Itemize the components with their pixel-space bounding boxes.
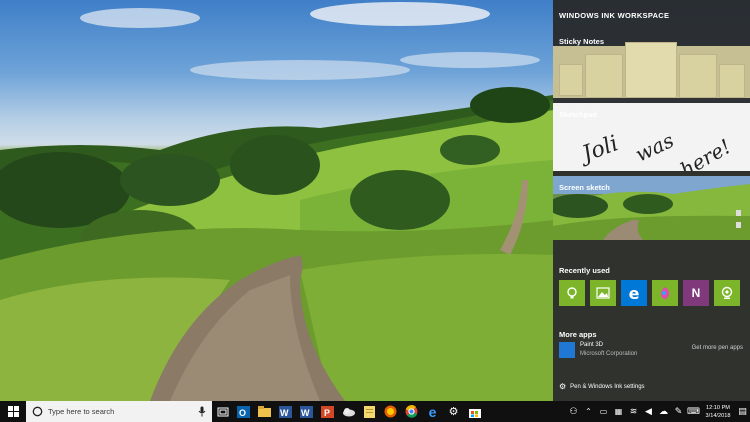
more-apps-label: More apps — [559, 330, 597, 339]
gear-icon: ⚙ — [559, 382, 567, 391]
chrome-icon[interactable] — [401, 401, 422, 422]
svg-text:here!: here! — [676, 134, 735, 171]
sticky-notes-tile[interactable] — [553, 42, 750, 98]
recently-used-label: Recently used — [559, 266, 610, 275]
chevron-up-icon[interactable]: ⌃ — [581, 401, 596, 422]
sticky-note — [679, 54, 717, 98]
volume-icon[interactable]: ◀ — [641, 401, 656, 422]
edge-app-icon[interactable]: e — [621, 280, 647, 306]
cloud-app-icon[interactable] — [338, 401, 359, 422]
settings-gear-icon[interactable]: ⚙ — [443, 401, 464, 422]
file-explorer-icon[interactable] — [254, 401, 275, 422]
paint-3d-icon — [559, 342, 575, 358]
settings-label: Pen & Windows Ink settings — [570, 383, 645, 390]
panel-title: WINDOWS INK WORKSPACE — [559, 11, 670, 20]
app-publisher: Microsoft Corporation — [580, 351, 638, 357]
action-center-icon[interactable]: ▤ — [735, 401, 750, 422]
windows-logo-icon — [7, 406, 19, 417]
network-icon[interactable]: ▦ — [611, 401, 626, 422]
svg-text:W: W — [280, 408, 289, 418]
tips-app-icon[interactable] — [559, 280, 585, 306]
get-more-pen-apps-link[interactable]: Get more pen apps — [692, 345, 743, 351]
photos-app-icon[interactable] — [590, 280, 616, 306]
pen-ink-settings-link[interactable]: ⚙ Pen & Windows Ink settings — [559, 382, 645, 391]
system-tray: ⚇ ⌃ ▭ ▦ ≋ ◀ ☁ ✎ ⌨ 12:10 PM 3/14/2018 ▤ — [566, 401, 750, 422]
start-button[interactable] — [0, 401, 26, 422]
svg-text:was: was — [632, 128, 678, 166]
store-icon[interactable] — [464, 401, 485, 422]
sticky-note — [585, 54, 623, 98]
svg-text:O: O — [239, 408, 246, 418]
clock-date: 3/14/2018 — [705, 412, 731, 419]
more-app-paint-3d[interactable]: Paint 3D Microsoft Corporation — [559, 341, 637, 359]
search-placeholder: Type here to search — [48, 407, 115, 416]
onenote-app-icon[interactable]: N — [683, 280, 709, 306]
trash-icon[interactable] — [736, 210, 741, 216]
windows-ink-icon[interactable]: ✎ — [671, 401, 686, 422]
svg-text:W: W — [301, 408, 310, 418]
word-icon[interactable]: W — [275, 401, 296, 422]
app-name: Paint 3D — [580, 342, 604, 348]
wifi-icon[interactable]: ≋ — [626, 401, 641, 422]
powerpoint-icon[interactable]: P — [317, 401, 338, 422]
taskbar: Type here to search O W W P e ⚙ ⚇ ⌃ ▭ ▦ … — [0, 401, 750, 422]
sticky-note — [625, 42, 677, 98]
sticky-notes-label: Sticky Notes — [559, 37, 605, 46]
cortana-icon — [32, 406, 43, 417]
word-icon[interactable]: W — [296, 401, 317, 422]
sticky-note — [559, 64, 583, 96]
screen-sketch-label: Screen sketch — [559, 183, 610, 192]
taskbar-search-box[interactable]: Type here to search — [26, 401, 212, 422]
recently-used-apps: e N — [559, 280, 740, 306]
sketchpad-label: Sketchpad — [559, 110, 597, 119]
pen-icon[interactable] — [736, 222, 741, 228]
firefox-icon[interactable] — [380, 401, 401, 422]
paint-3d-app-icon[interactable] — [652, 280, 678, 306]
windows-ink-workspace-panel: WINDOWS INK WORKSPACE Sticky Notes Joli … — [553, 0, 750, 401]
clock-time: 12:10 PM — [706, 404, 730, 411]
meet-now-icon[interactable]: ▭ — [596, 401, 611, 422]
task-view-icon[interactable] — [212, 401, 233, 422]
onedrive-icon[interactable]: ☁ — [656, 401, 671, 422]
svg-text:Joli: Joli — [575, 131, 621, 168]
microphone-icon[interactable] — [198, 406, 206, 417]
clock[interactable]: 12:10 PM 3/14/2018 — [701, 404, 735, 420]
keyboard-icon[interactable]: ⌨ — [686, 401, 701, 422]
outlook-icon[interactable]: O — [233, 401, 254, 422]
notes-icon[interactable] — [359, 401, 380, 422]
webcam-app-icon[interactable] — [714, 280, 740, 306]
people-icon[interactable]: ⚇ — [566, 401, 581, 422]
edge-icon[interactable]: e — [422, 401, 443, 422]
sticky-note — [719, 64, 745, 98]
svg-text:P: P — [324, 408, 330, 418]
